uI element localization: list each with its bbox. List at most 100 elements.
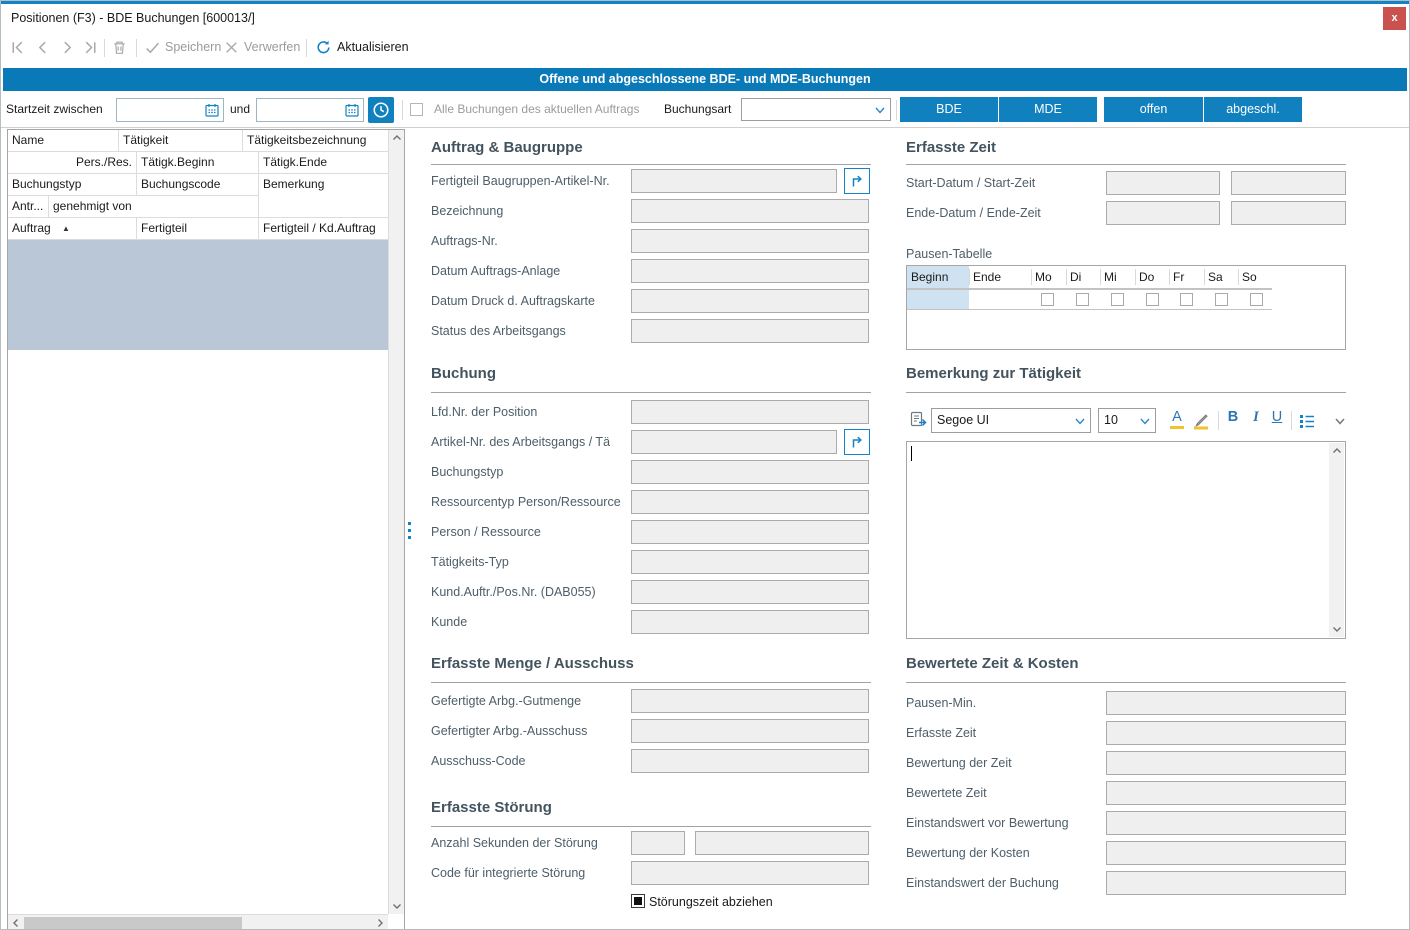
bold-button[interactable]: B bbox=[1224, 409, 1242, 425]
pausen-mi-checkbox[interactable] bbox=[1111, 293, 1124, 306]
splitter-handle[interactable] bbox=[408, 522, 411, 539]
pausen-di-checkbox[interactable] bbox=[1076, 293, 1089, 306]
pausen-col-mo[interactable]: Mo bbox=[1031, 266, 1066, 288]
pausen-so-checkbox[interactable] bbox=[1250, 293, 1263, 306]
pausen-mo-checkbox[interactable] bbox=[1041, 293, 1054, 306]
fertigteil-baugruppen-artikel-input[interactable] bbox=[631, 169, 837, 193]
ende-zeit-input[interactable] bbox=[1231, 201, 1346, 225]
refresh-icon[interactable] bbox=[315, 39, 332, 56]
stoerung-sekunden-text-input[interactable] bbox=[695, 831, 869, 855]
bewertung-zeit-input[interactable] bbox=[1106, 751, 1346, 775]
einstandswert-buchung-input[interactable] bbox=[1106, 871, 1346, 895]
font-family-select[interactable]: Segoe UI bbox=[931, 408, 1091, 433]
pausen-col-so[interactable]: So bbox=[1238, 266, 1272, 288]
stoerung-code-input[interactable] bbox=[631, 861, 869, 885]
grid-header-fertigteil[interactable]: Fertigteil bbox=[137, 218, 259, 240]
stoerungszeit-abziehen-checkbox[interactable] bbox=[631, 894, 645, 908]
grid-selected-row[interactable] bbox=[8, 240, 388, 350]
buchungstyp-input[interactable] bbox=[631, 460, 869, 484]
bewertung-kosten-input[interactable] bbox=[1106, 841, 1346, 865]
clock-filter-button[interactable] bbox=[368, 97, 394, 123]
grid-horizontal-scrollbar[interactable] bbox=[8, 914, 388, 930]
pausen-col-mi[interactable]: Mi bbox=[1100, 266, 1135, 288]
pausen-col-fr[interactable]: Fr bbox=[1169, 266, 1204, 288]
grid-header-genehmigt-von[interactable]: genehmigt von bbox=[49, 196, 259, 218]
delete-icon[interactable] bbox=[111, 39, 128, 56]
font-color-button[interactable]: A bbox=[1168, 409, 1186, 425]
nav-last-icon[interactable] bbox=[82, 39, 99, 56]
startzeit-bis-input[interactable] bbox=[256, 98, 364, 122]
ende-datum-input[interactable] bbox=[1106, 201, 1220, 225]
pausen-col-beginn[interactable]: Beginn bbox=[907, 266, 969, 288]
scroll-right-icon[interactable] bbox=[372, 915, 388, 930]
kunde-input[interactable] bbox=[631, 610, 869, 634]
auftrags-nr-input[interactable] bbox=[631, 229, 869, 253]
bullet-list-icon[interactable] bbox=[1297, 410, 1317, 432]
datum-druck-auftragskarte-input[interactable] bbox=[631, 289, 869, 313]
pausen-col-do[interactable]: Do bbox=[1135, 266, 1169, 288]
start-datum-input[interactable] bbox=[1106, 171, 1220, 195]
calendar-icon[interactable] bbox=[204, 102, 220, 118]
alle-buchungen-checkbox[interactable] bbox=[410, 103, 423, 116]
grid-header-taetigk-ende[interactable]: Tätigk.Ende bbox=[259, 152, 388, 174]
nav-first-icon[interactable] bbox=[9, 39, 26, 56]
ressourcentyp-input[interactable] bbox=[631, 490, 869, 514]
grid-vertical-scrollbar[interactable] bbox=[388, 130, 404, 914]
nav-prev-icon[interactable] bbox=[34, 39, 51, 56]
scroll-down-icon[interactable] bbox=[1329, 621, 1345, 637]
artikel-nr-arbeitsgang-input[interactable] bbox=[631, 430, 837, 454]
ausschuss-code-input[interactable] bbox=[631, 749, 869, 773]
offen-toggle-button[interactable]: offen bbox=[1104, 97, 1203, 122]
chevron-down-icon[interactable] bbox=[1139, 415, 1151, 427]
scroll-left-icon[interactable] bbox=[8, 915, 24, 930]
chevron-down-icon[interactable] bbox=[874, 104, 886, 116]
status-arbeitsgang-input[interactable] bbox=[631, 319, 869, 343]
refresh-button[interactable]: Aktualisieren bbox=[337, 40, 409, 54]
grid-header-buchungscode[interactable]: Buchungscode bbox=[137, 174, 259, 196]
scroll-down-icon[interactable] bbox=[389, 898, 405, 914]
bemerkung-textarea[interactable] bbox=[906, 441, 1346, 639]
scroll-up-icon[interactable] bbox=[389, 130, 405, 146]
italic-button[interactable]: I bbox=[1247, 409, 1265, 426]
jump-to-artikel-button[interactable] bbox=[844, 168, 870, 194]
underline-button[interactable]: U bbox=[1268, 409, 1286, 425]
save-check-icon[interactable] bbox=[144, 39, 161, 56]
erfasste-zeit-input[interactable] bbox=[1106, 721, 1346, 745]
hscroll-thumb[interactable] bbox=[24, 917, 242, 929]
pausen-min-input[interactable] bbox=[1106, 691, 1346, 715]
taetigkeits-typ-input[interactable] bbox=[631, 550, 869, 574]
datum-auftrags-anlage-input[interactable] bbox=[631, 259, 869, 283]
stoerung-sekunden-input[interactable] bbox=[631, 831, 685, 855]
scroll-up-icon[interactable] bbox=[1329, 443, 1345, 459]
grid-header-taetigkeit[interactable]: Tätigkeit bbox=[119, 130, 243, 152]
calendar-icon[interactable] bbox=[344, 102, 360, 118]
grid-header-name[interactable]: Name bbox=[8, 130, 119, 152]
gutmenge-input[interactable] bbox=[631, 689, 869, 713]
grid-header-buchungstyp[interactable]: Buchungstyp bbox=[8, 174, 137, 196]
jump-to-arbeitsgang-button[interactable] bbox=[844, 429, 870, 455]
pausen-sa-checkbox[interactable] bbox=[1215, 293, 1228, 306]
discard-x-icon[interactable] bbox=[223, 39, 240, 56]
person-ressource-input[interactable] bbox=[631, 520, 869, 544]
grid-header-bemerkung[interactable]: Bemerkung bbox=[259, 174, 388, 218]
grid-header-taetigkeitsbezeichnung[interactable]: Tätigkeitsbezeichnung bbox=[243, 130, 388, 152]
grid-header-antr[interactable]: Antr... bbox=[8, 196, 49, 218]
einstandswert-vor-bewertung-input[interactable] bbox=[1106, 811, 1346, 835]
abgeschl-toggle-button[interactable]: abgeschl. bbox=[1204, 97, 1302, 122]
mde-toggle-button[interactable]: MDE bbox=[999, 97, 1097, 122]
lfdnr-position-input[interactable] bbox=[631, 400, 869, 424]
discard-button[interactable]: Verwerfen bbox=[244, 40, 300, 54]
pausen-col-di[interactable]: Di bbox=[1066, 266, 1100, 288]
ausschuss-input[interactable] bbox=[631, 719, 869, 743]
startzeit-von-input[interactable] bbox=[116, 98, 224, 122]
paste-format-icon[interactable] bbox=[908, 408, 928, 430]
pausen-do-checkbox[interactable] bbox=[1146, 293, 1159, 306]
highlight-pen-icon[interactable] bbox=[1191, 410, 1211, 432]
chevron-down-icon[interactable] bbox=[1074, 415, 1086, 427]
font-size-select[interactable]: 10 bbox=[1098, 408, 1156, 433]
close-button[interactable]: x bbox=[1383, 7, 1406, 30]
bezeichnung-input[interactable] bbox=[631, 199, 869, 223]
bewertete-zeit-input[interactable] bbox=[1106, 781, 1346, 805]
kundauftr-posnr-input[interactable] bbox=[631, 580, 869, 604]
pausen-col-ende[interactable]: Ende bbox=[969, 266, 1031, 288]
